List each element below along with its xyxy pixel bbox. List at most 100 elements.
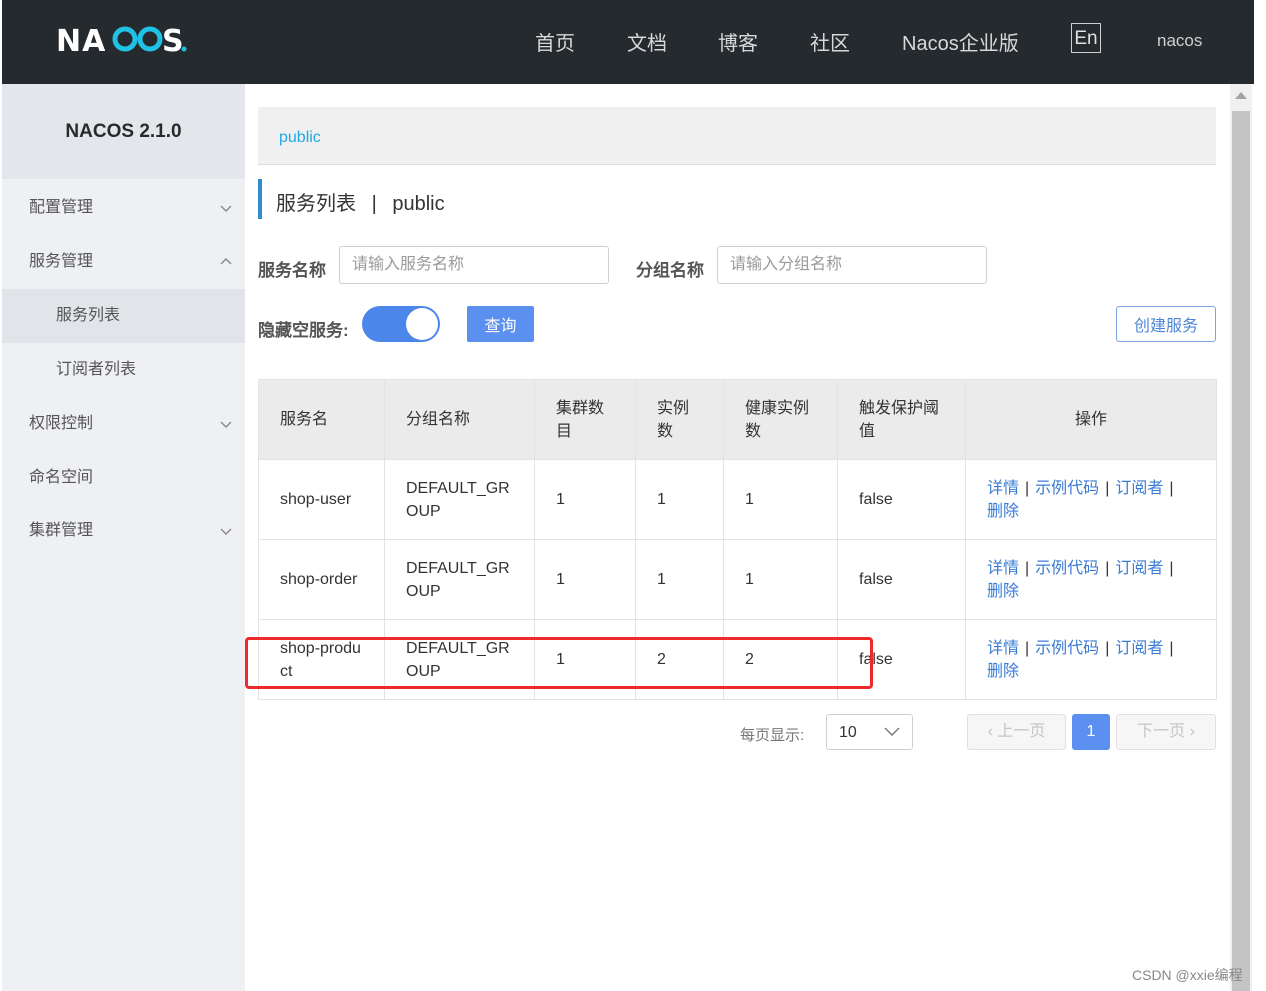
page-button-current[interactable]: 1 bbox=[1072, 714, 1110, 750]
separator: | bbox=[1169, 479, 1174, 497]
separator: | bbox=[1169, 559, 1174, 577]
nav-blog[interactable]: 博客 bbox=[718, 27, 758, 56]
nav-enterprise[interactable]: Nacos企业版 bbox=[902, 27, 1019, 56]
column-header-protect-threshold: 触发保护阈值 bbox=[837, 379, 966, 460]
cell-service-name: shop-order bbox=[258, 539, 385, 620]
nav-community[interactable]: 社区 bbox=[810, 27, 850, 56]
svg-text:NA: NA bbox=[56, 24, 106, 59]
separator: | bbox=[1169, 639, 1174, 657]
watermark: CSDN @xxie编程 bbox=[1132, 967, 1243, 983]
create-service-button[interactable]: 创建服务 bbox=[1116, 306, 1216, 342]
next-page-label: 下一页 bbox=[1137, 723, 1186, 740]
cell-cluster-count: 1 bbox=[534, 539, 636, 620]
table-row: shop-user DEFAULT_GROUP 1 1 1 false 详情 | 示… bbox=[258, 459, 1217, 540]
subscribers-link[interactable]: 订阅者 bbox=[1115, 560, 1163, 577]
nav-home[interactable]: 首页 bbox=[535, 27, 575, 56]
cell-service-name: shop-user bbox=[258, 459, 385, 540]
cell-instance-count: 1 bbox=[635, 539, 724, 620]
sidebar-item-label: 服务列表 bbox=[56, 307, 121, 324]
cell-protect-threshold: false bbox=[837, 459, 966, 540]
sample-code-link[interactable]: 示例代码 bbox=[1035, 480, 1099, 497]
hide-empty-services-toggle[interactable] bbox=[362, 306, 440, 342]
prev-page-label: 上一页 bbox=[997, 723, 1046, 740]
namespace-bar: public bbox=[258, 107, 1216, 165]
chevron-down-icon bbox=[220, 528, 232, 535]
sidebar-item-label: 命名空间 bbox=[29, 469, 94, 486]
sidebar-item-label: 订阅者列表 bbox=[56, 361, 137, 378]
chevron-down-icon bbox=[220, 421, 232, 428]
cell-protect-threshold: false bbox=[837, 539, 966, 620]
sidebar-item-access-control[interactable]: 权限控制 bbox=[2, 397, 245, 451]
separator: | bbox=[1025, 639, 1030, 657]
prev-page-button[interactable]: ‹ 上一页 bbox=[967, 714, 1066, 750]
subscribers-link[interactable]: 订阅者 bbox=[1115, 640, 1163, 657]
nacos-logo[interactable]: NA S bbox=[56, 20, 190, 60]
column-header-healthy-instance-count: 健康实例数 bbox=[723, 379, 838, 460]
delete-link[interactable]: 删除 bbox=[987, 503, 1019, 520]
table-row: shop-order DEFAULT_GROUP 1 1 1 false 详情 |… bbox=[258, 539, 1217, 620]
sidebar-item-config-management[interactable]: 配置管理 bbox=[2, 181, 245, 235]
cell-operations: 详情 | 示例代码 | 订阅者 | 删除 bbox=[965, 459, 1217, 540]
group-name-input[interactable] bbox=[717, 246, 987, 284]
service-name-input[interactable] bbox=[339, 246, 609, 284]
sidebar-item-cluster-management[interactable]: 集群管理 bbox=[2, 504, 245, 558]
sidebar-item-namespace[interactable]: 命名空间 bbox=[2, 451, 245, 505]
namespace-link-public[interactable]: public bbox=[279, 129, 321, 147]
column-header-operations: 操作 bbox=[965, 379, 1217, 460]
column-header-group-name: 分组名称 bbox=[384, 379, 535, 460]
next-page-button[interactable]: 下一页 › bbox=[1116, 714, 1216, 750]
query-button[interactable]: 查询 bbox=[467, 306, 534, 342]
column-header-service-name: 服务名 bbox=[258, 379, 385, 460]
sample-code-link[interactable]: 示例代码 bbox=[1035, 640, 1099, 657]
separator: | bbox=[1105, 479, 1110, 497]
vertical-scrollbar[interactable] bbox=[1230, 84, 1252, 991]
toggle-knob bbox=[406, 308, 438, 340]
user-menu[interactable]: nacos bbox=[1157, 31, 1202, 51]
sidebar-title: NACOS 2.1.0 bbox=[2, 84, 245, 179]
chevron-right-icon: › bbox=[1189, 723, 1195, 740]
sidebar-item-service-management[interactable]: 服务管理 bbox=[2, 235, 245, 289]
cell-healthy-instance-count: 1 bbox=[723, 459, 838, 540]
sample-code-link[interactable]: 示例代码 bbox=[1035, 560, 1099, 577]
page-title-namespace: public bbox=[392, 193, 445, 215]
cell-instance-count: 1 bbox=[635, 459, 724, 540]
column-header-instance-count: 实例数 bbox=[635, 379, 724, 460]
page-size-select[interactable]: 10 bbox=[826, 714, 913, 750]
sidebar-item-label: 权限控制 bbox=[29, 415, 94, 432]
sidebar-item-label: 服务管理 bbox=[29, 253, 94, 270]
language-switch-button[interactable]: En bbox=[1071, 23, 1101, 53]
separator: | bbox=[1025, 559, 1030, 577]
page-title-separator: | bbox=[371, 193, 377, 215]
table-header-row: 服务名 分组名称 集群数目 实例数 健康实例数 触发保护阈值 操作 bbox=[258, 379, 1217, 460]
cell-operations: 详情 | 示例代码 | 订阅者 | 删除 bbox=[965, 539, 1217, 620]
top-navbar: NA S 首页 文档 博客 社区 Nacos企业版 En nacos bbox=[2, 0, 1254, 84]
separator: | bbox=[1025, 479, 1030, 497]
svg-text:S: S bbox=[162, 24, 184, 59]
detail-link[interactable]: 详情 bbox=[987, 640, 1019, 657]
red-highlight-annotation bbox=[245, 637, 873, 689]
page-title-text: 服务列表 bbox=[276, 193, 356, 215]
sidebar-item-label: 集群管理 bbox=[29, 522, 94, 539]
delete-link[interactable]: 删除 bbox=[987, 583, 1019, 600]
group-name-label: 分组名称 bbox=[636, 261, 704, 280]
chevron-down-icon bbox=[884, 727, 900, 736]
cell-operations: 详情 | 示例代码 | 订阅者 | 删除 bbox=[965, 619, 1217, 700]
page-title: 服务列表 | public bbox=[258, 179, 445, 219]
subscribers-link[interactable]: 订阅者 bbox=[1115, 480, 1163, 497]
sidebar-item-service-list[interactable]: 服务列表 bbox=[2, 289, 245, 343]
scrollbar-thumb[interactable] bbox=[1232, 111, 1250, 991]
hide-empty-services-label: 隐藏空服务: bbox=[258, 321, 349, 340]
separator: | bbox=[1105, 639, 1110, 657]
detail-link[interactable]: 详情 bbox=[987, 560, 1019, 577]
sidebar: NACOS 2.1.0 配置管理 服务管理 服务列表 订阅者列表 权限控制 命名… bbox=[2, 84, 245, 991]
column-header-cluster-count: 集群数目 bbox=[534, 379, 636, 460]
scroll-up-arrow-icon[interactable] bbox=[1235, 92, 1247, 99]
delete-link[interactable]: 删除 bbox=[987, 663, 1019, 680]
sidebar-item-subscriber-list[interactable]: 订阅者列表 bbox=[2, 343, 245, 397]
page-size-value: 10 bbox=[839, 724, 857, 741]
detail-link[interactable]: 详情 bbox=[987, 480, 1019, 497]
page-size-label: 每页显示: bbox=[740, 727, 805, 744]
cell-group-name: DEFAULT_GROUP bbox=[384, 539, 535, 620]
nav-docs[interactable]: 文档 bbox=[627, 27, 667, 56]
separator: | bbox=[1105, 559, 1110, 577]
